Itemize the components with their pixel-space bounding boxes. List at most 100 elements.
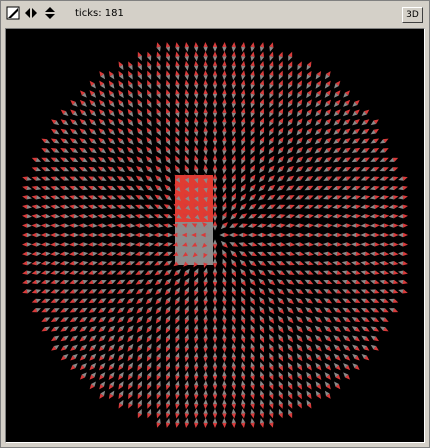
turtle-arrow <box>125 242 136 247</box>
turtle-arrow <box>230 250 238 258</box>
turtle-arrow <box>288 408 293 419</box>
turtle-arrow <box>222 154 227 165</box>
turtle-arrow <box>144 204 154 209</box>
view-3d-button[interactable]: 3D <box>402 7 423 23</box>
turtle-arrow <box>361 354 370 361</box>
turtle-arrow <box>332 270 342 275</box>
turtle-arrow <box>342 289 352 294</box>
turtle-arrow <box>50 308 60 313</box>
turtle-arrow <box>127 381 133 390</box>
turtle-arrow <box>388 279 399 285</box>
turtle-arrow <box>287 371 293 381</box>
turtle-arrow <box>106 223 117 228</box>
turtle-arrow <box>231 154 236 165</box>
turtle-arrow <box>295 270 305 275</box>
turtle-arrow <box>241 145 246 156</box>
turtle-arrow <box>69 307 79 313</box>
turtle-arrow <box>89 344 97 352</box>
turtle-arrow <box>117 108 125 117</box>
turtle-arrow <box>324 128 332 135</box>
turtle-arrow <box>268 165 275 173</box>
turtle-arrow <box>107 316 116 323</box>
turtle-arrow <box>296 118 303 127</box>
turtle-arrow <box>222 286 227 297</box>
turtle-arrow <box>22 176 32 181</box>
turtle-arrow <box>116 297 126 304</box>
turtle-arrow <box>259 399 265 410</box>
turtle-arrow <box>127 362 134 371</box>
turtle-arrow <box>342 176 352 181</box>
turtle-arrow <box>222 371 227 381</box>
turtle-arrow <box>222 51 227 62</box>
turtle-arrow <box>276 204 286 209</box>
turtle-arrow <box>276 261 286 266</box>
turtle-arrow <box>332 185 342 191</box>
turtle-arrow <box>250 389 255 400</box>
turtle-arrow <box>127 118 134 127</box>
turtle-arrow <box>69 138 79 144</box>
turtle-arrow <box>258 174 266 183</box>
turtle-arrow <box>212 51 218 62</box>
world-view[interactable] <box>5 28 425 443</box>
turtle-arrow <box>259 146 265 155</box>
turtle-arrow <box>268 136 274 146</box>
turtle-arrow <box>304 288 314 294</box>
turtle-arrow <box>351 232 361 238</box>
turtle-arrow <box>165 418 171 428</box>
turtle-arrow <box>259 42 265 52</box>
turtle-arrow <box>278 380 283 390</box>
vertical-arrows-icon[interactable] <box>43 6 57 20</box>
turtle-arrow <box>154 260 164 266</box>
turtle-arrow <box>163 204 173 210</box>
turtle-arrow <box>342 157 351 163</box>
turtle-arrow <box>155 315 162 324</box>
turtle-arrow <box>341 223 352 228</box>
turtle-arrow <box>352 99 360 107</box>
turtle-arrow <box>296 362 303 371</box>
turtle-arrow <box>323 176 333 181</box>
edit-icon[interactable] <box>6 6 20 20</box>
turtle-arrow <box>241 98 246 109</box>
turtle-arrow <box>79 316 88 323</box>
turtle-arrow <box>379 261 390 266</box>
turtle-arrow <box>31 223 42 228</box>
turtle-arrow <box>360 242 371 247</box>
view-toolbar: ticks: 181 3D <box>1 1 429 27</box>
turtle-arrow <box>315 344 322 352</box>
turtle-arrow <box>59 195 70 200</box>
horizontal-arrows-icon[interactable] <box>24 6 38 20</box>
turtle-arrow <box>87 261 98 266</box>
turtle-arrow <box>203 145 208 156</box>
turtle-arrow <box>269 408 274 419</box>
turtle-arrow <box>203 418 208 428</box>
turtle-arrow <box>175 315 180 325</box>
turtle-arrow <box>286 315 294 324</box>
turtle-arrow <box>88 195 98 200</box>
turtle-arrow <box>175 343 180 353</box>
turtle-arrow <box>332 289 342 294</box>
turtle-arrow <box>231 305 236 316</box>
turtle-arrow <box>323 137 332 145</box>
turtle-arrow <box>194 89 199 99</box>
turtle-arrow <box>212 239 218 250</box>
turtle-arrow <box>116 251 126 256</box>
turtle-arrow <box>240 183 246 193</box>
turtle-arrow <box>125 261 136 266</box>
turtle-arrow <box>116 270 126 275</box>
turtle-arrow <box>126 146 134 154</box>
turtle-arrow <box>322 214 333 219</box>
turtle-arrow <box>60 109 69 116</box>
turtle-arrow <box>147 390 152 400</box>
turtle-arrow <box>360 251 371 256</box>
turtle-arrow <box>89 90 97 98</box>
turtle-arrow <box>306 362 312 371</box>
turtle-arrow <box>287 99 293 108</box>
turtle-arrow <box>97 223 108 228</box>
turtle-arrow <box>79 363 87 371</box>
turtle-arrow <box>296 137 303 145</box>
turtle-arrow <box>360 167 370 172</box>
turtle-arrow <box>276 185 285 191</box>
turtle-arrow <box>146 146 153 155</box>
turtle-arrow <box>323 166 333 172</box>
turtle-arrow <box>59 185 70 191</box>
